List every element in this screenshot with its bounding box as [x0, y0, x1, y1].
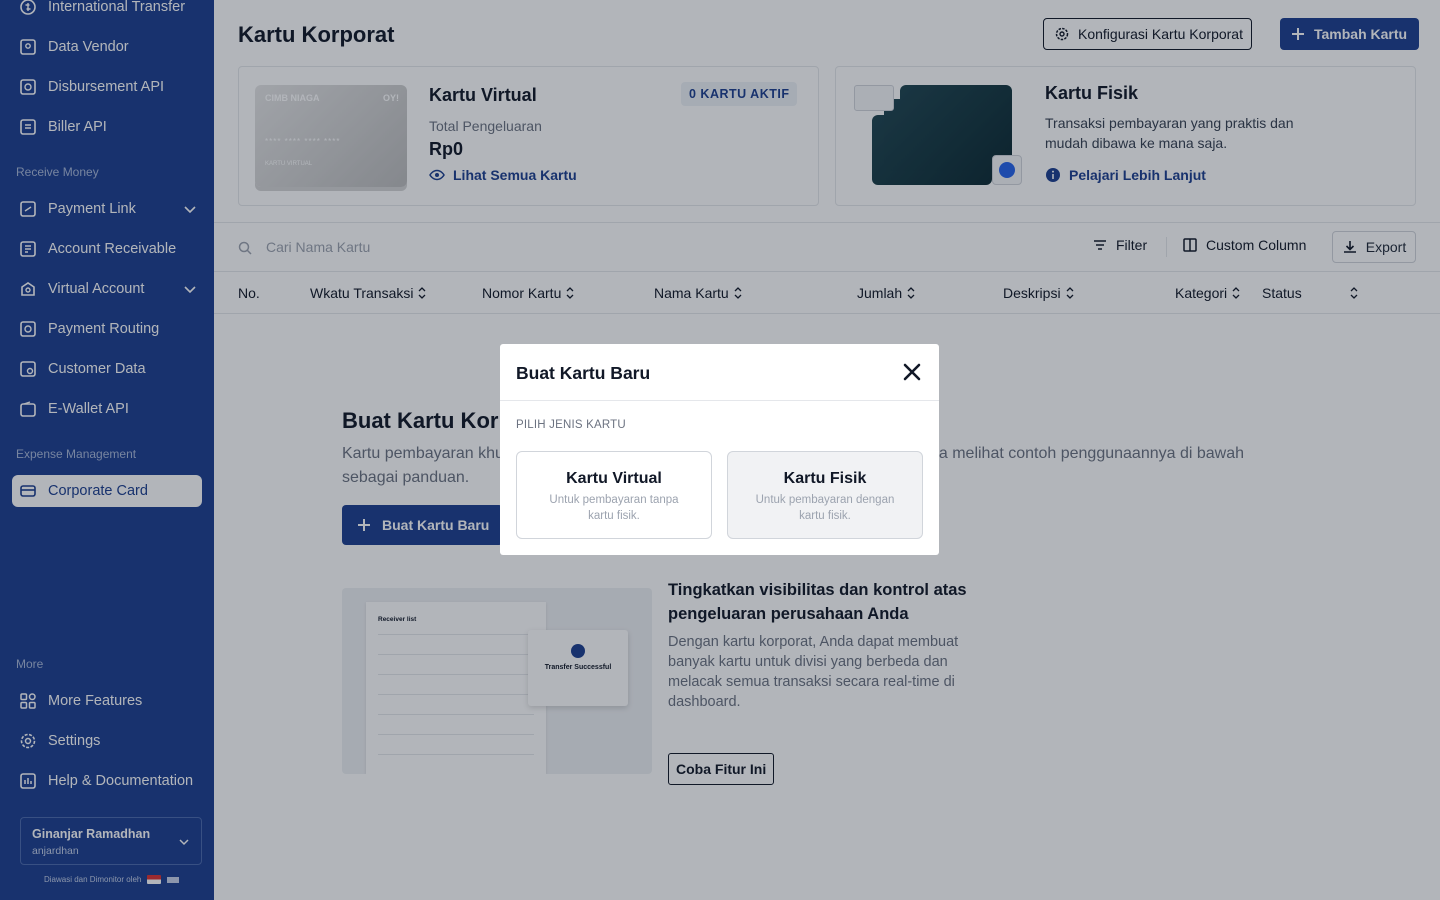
option-title: Kartu Virtual	[566, 470, 662, 487]
option-desc: Untuk pembayaran dengan kartu fisik.	[755, 494, 895, 522]
option-desc: Untuk pembayaran tanpa kartu fisik.	[549, 494, 679, 522]
modal-title: Buat Kartu Baru	[516, 363, 651, 383]
close-icon[interactable]	[901, 361, 923, 383]
option-physical-card[interactable]: Kartu Fisik Untuk pembayaran dengan kart…	[727, 451, 923, 539]
option-title: Kartu Fisik	[783, 470, 867, 487]
option-virtual-card[interactable]: Kartu Virtual Untuk pembayaran tanpa kar…	[516, 451, 712, 539]
modal-divider	[500, 400, 939, 401]
modal-subtitle: PILIH JENIS KARTU	[516, 419, 626, 431]
create-card-modal: Buat Kartu Baru PILIH JENIS KARTU Kartu …	[500, 344, 939, 555]
